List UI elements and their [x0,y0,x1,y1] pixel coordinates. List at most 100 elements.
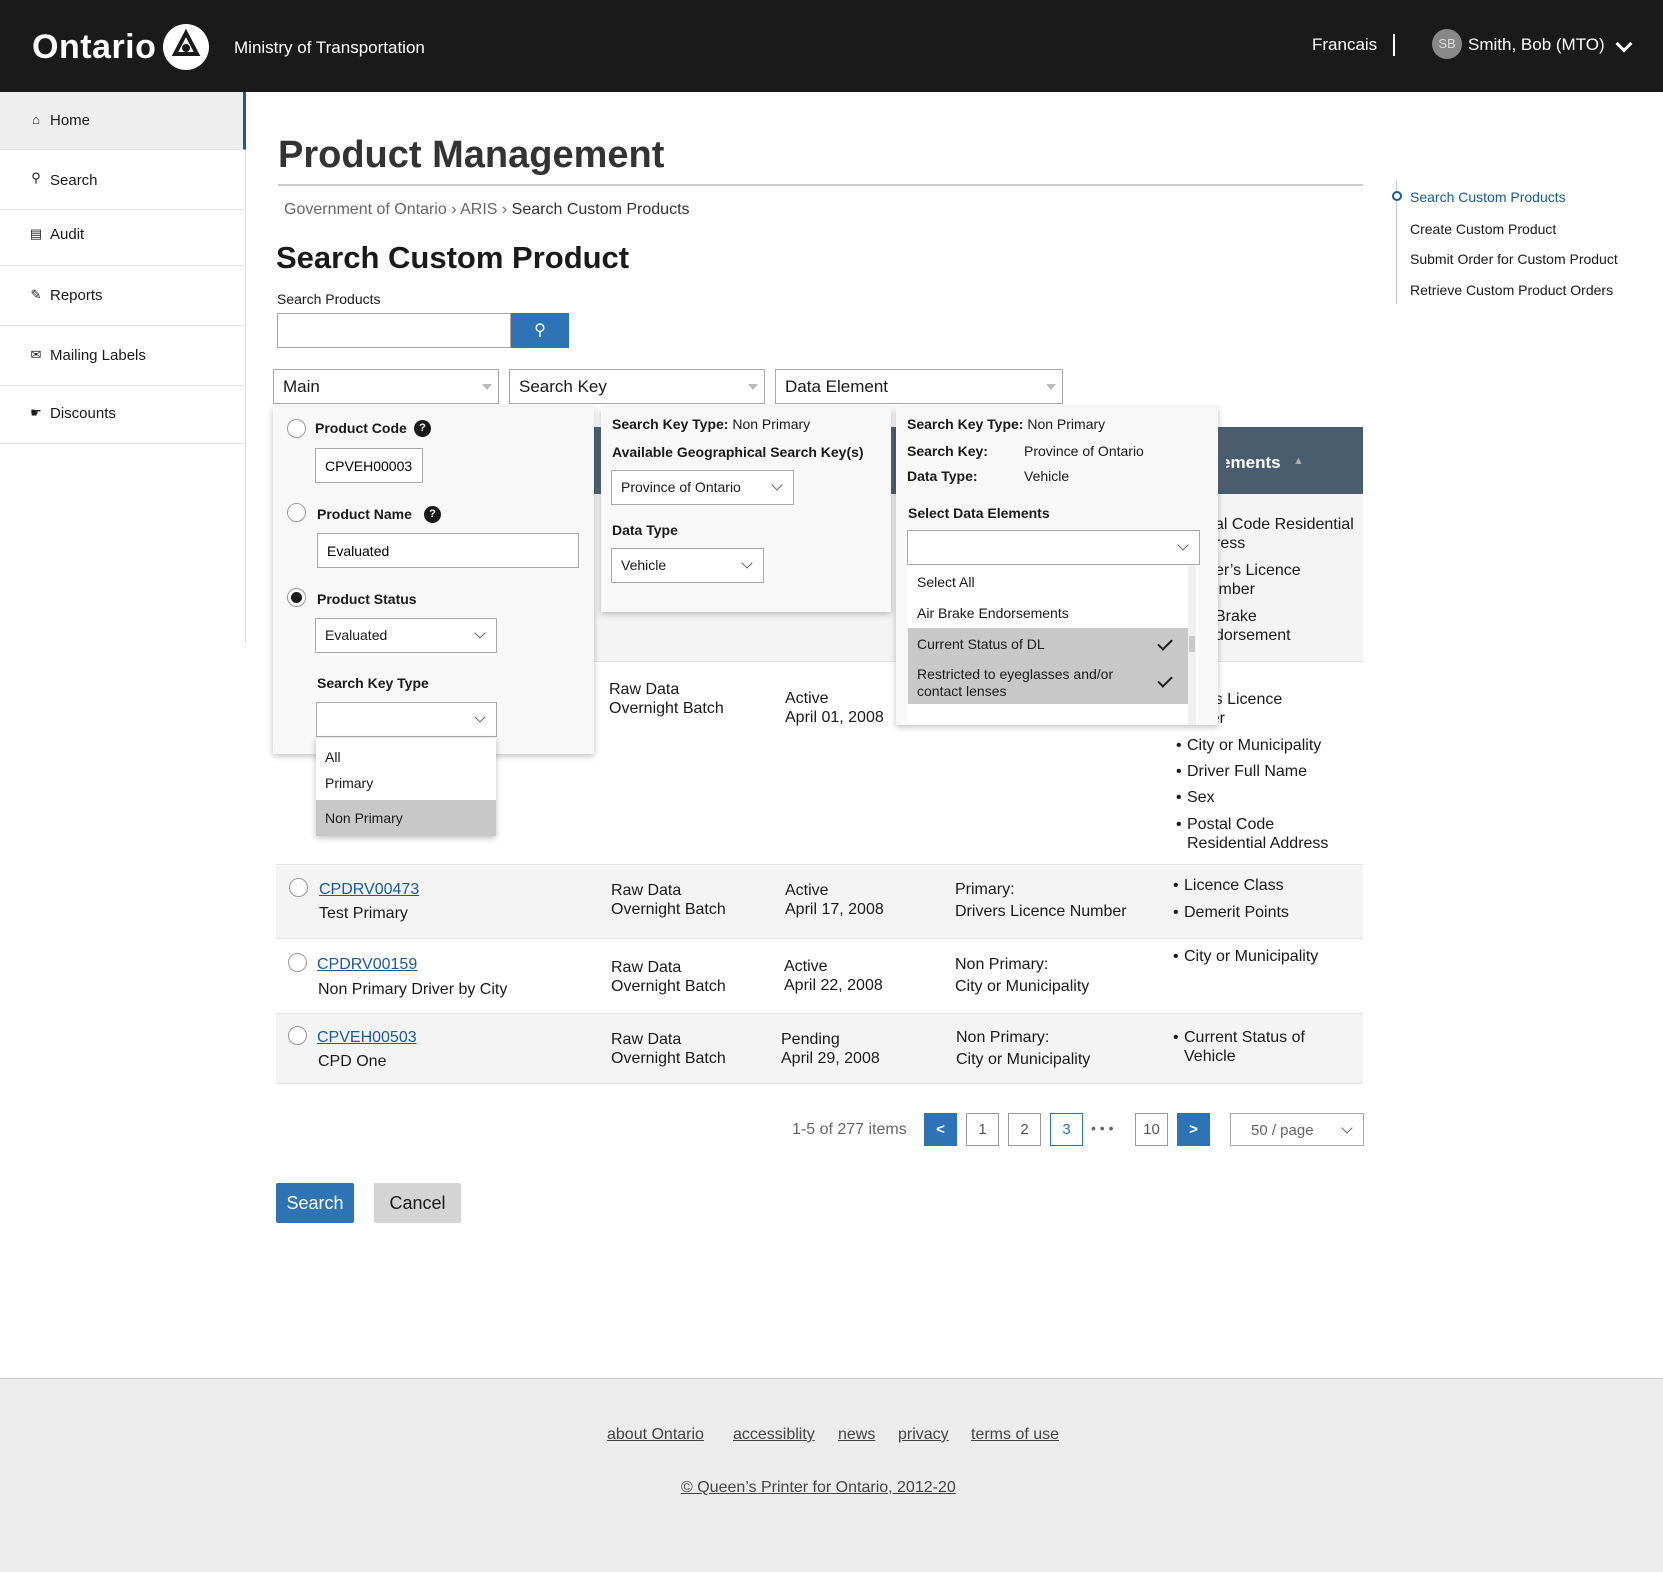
page-size-select[interactable]: 50 / page [1230,1113,1364,1146]
option-current-status-dl[interactable]: Current Status of DL [908,628,1188,661]
ontario-logo-text[interactable]: Ontario [32,28,156,67]
option-non-primary[interactable]: Non Primary [316,800,496,836]
chevron-down-icon [474,711,486,723]
search-key-type-menu: All Primary Non Primary [316,738,496,836]
footer-link-privacy[interactable]: privacy [898,1426,949,1444]
copyright[interactable]: © Queen’s Printer for Ontario, 2012-20 [681,1479,956,1497]
page-button[interactable]: 2 [1008,1113,1041,1146]
element-text: dorsement [1215,627,1291,644]
data-type-label: Data Type [612,522,678,538]
product-code-link[interactable]: CPDRV00473 [319,880,419,899]
pagination-ellipsis[interactable]: • • • [1091,1120,1113,1136]
table-row: CPDRV00159 Non Primary Driver by City Ra… [276,939,1363,1014]
select-value: Evaluated [325,627,388,643]
scrollbar[interactable] [1188,566,1196,725]
search-key-type-label: Search Key Type [317,675,429,691]
product-status-radio[interactable] [287,588,306,607]
chevron-down-icon[interactable] [1615,35,1633,53]
page-button[interactable]: 1 [966,1113,999,1146]
data-element-panel: Search Key Type: Non Primary Search Key:… [896,407,1218,725]
pagination-prev-button[interactable]: < [924,1113,957,1146]
product-code-input[interactable] [315,448,423,483]
search-icon: ⚲ [534,322,546,339]
main-filter-panel: Product Code ? Product Name ? Product St… [273,407,594,754]
caret-down-icon [1046,384,1056,390]
sidebar-item-home[interactable]: ⌂ Home [0,92,246,150]
help-icon[interactable]: ? [424,506,441,523]
table-row: CPVEH00503 CPD One Raw Data Overnight Bat… [276,1014,1363,1084]
sidebar-item-audit[interactable]: ▤ Audit [0,210,246,266]
product-code-radio[interactable] [287,419,306,438]
breadcrumb-item[interactable]: Government of Ontario [284,201,447,218]
footer-link-terms[interactable]: terms of use [971,1426,1059,1444]
element-item: Demerit Points [1173,903,1289,922]
search-key-type-row: Search Key Type: Non Primary [907,416,1106,432]
toc-create-custom-product[interactable]: Create Custom Product [1410,221,1556,237]
sidebar-item-reports[interactable]: ✎ Reports [0,266,246,326]
element-item: Sex [1176,788,1214,807]
table-header-edge [595,427,601,494]
toc-search-custom-products[interactable]: Search Custom Products [1410,189,1566,205]
footer-link-accessibility[interactable]: accessiblity [733,1426,815,1444]
avatar[interactable]: SB [1432,29,1462,59]
option-all[interactable]: All [316,744,496,770]
search-key-type-select[interactable] [316,702,497,737]
option-select-all[interactable]: Select All [908,566,1188,599]
header-divider [1393,34,1395,56]
sidebar-item-label: Mailing Labels [50,347,146,364]
product-name-radio[interactable] [287,503,306,522]
search-button[interactable]: ⚲ [511,313,569,348]
toc-submit-order[interactable]: Submit Order for Custom Product [1410,251,1618,267]
chevron-down-icon [771,479,783,491]
help-icon[interactable]: ? [414,420,431,437]
data-elements-select[interactable] [907,530,1200,565]
option-eyeglasses[interactable]: Restricted to eyeglasses and/or contact … [908,661,1188,704]
product-name: Non Primary Driver by City [318,981,508,998]
search-key-type-row: Search Key Type: Non Primary [612,416,811,432]
option-air-brake[interactable]: Air Brake Endorsements [908,599,1188,628]
row-radio[interactable] [288,953,307,972]
section-title: Search Custom Product [276,240,630,275]
product-code-link[interactable]: CPDRV00159 [317,955,417,974]
data-type-select[interactable]: Vehicle [611,548,764,583]
search-submit-button[interactable]: Search [276,1183,354,1223]
row-radio[interactable] [289,878,308,897]
sidebar-item-discounts[interactable]: ☛ Discounts [0,386,246,444]
toc-retrieve-orders[interactable]: Retrieve Custom Product Orders [1410,282,1613,298]
sidebar-item-search[interactable]: ⚲ Search [0,150,246,210]
breadcrumb: Government of Ontario › ARIS › Search Cu… [284,201,690,219]
geo-key-select[interactable]: Province of Ontario [611,470,794,505]
scrollbar-thumb[interactable] [1189,636,1195,652]
product-code-link[interactable]: CPVEH00503 [317,1028,417,1047]
sort-icon[interactable]: ▲ [1293,455,1304,467]
home-icon: ⌂ [32,112,40,127]
caret-down-icon [482,384,492,390]
sidebar-item-mailing-labels[interactable]: ✉ Mailing Labels [0,326,246,386]
cancel-button[interactable]: Cancel [374,1183,461,1223]
product-name-input[interactable] [317,533,579,568]
option-primary[interactable]: Primary [316,770,496,796]
element-text: al Code Residential [1215,516,1354,533]
row-radio[interactable] [288,1026,307,1045]
select-value: Vehicle [621,557,667,573]
search-key-cell: Non Primary: City or Municipality [955,956,1090,995]
data-type-row: Data Type: Vehicle [907,468,1070,484]
footer-link-news[interactable]: news [838,1426,875,1444]
product-status-select[interactable]: Evaluated [315,618,497,653]
breadcrumb-item[interactable]: ARIS [460,201,497,218]
breadcrumb-current: Search Custom Products [511,201,690,218]
search-input[interactable] [277,313,511,348]
element-text: imber [1215,581,1256,598]
data-element-dropdown[interactable]: Data Element [775,369,1063,404]
search-key-dropdown[interactable]: Search Key [509,369,765,404]
page-button-current[interactable]: 3 [1050,1113,1083,1146]
user-name[interactable]: Smith, Bob (MTO) [1468,35,1605,55]
footer-link-about[interactable]: about Ontario [607,1426,704,1444]
element-item: Postal Code Residential Address [1176,815,1347,853]
product-code-label: Product Code [315,420,407,436]
page-button[interactable]: 10 [1135,1113,1168,1146]
title-divider [278,184,1363,186]
main-filter-dropdown[interactable]: Main [273,369,499,404]
language-toggle[interactable]: Francais [1312,35,1377,55]
pagination-next-button[interactable]: > [1177,1113,1210,1146]
